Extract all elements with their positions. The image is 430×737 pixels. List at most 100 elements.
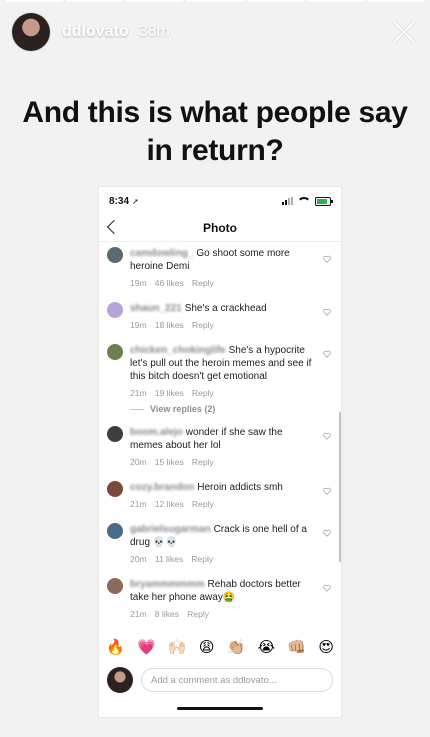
comment-body: She's a crackhead — [184, 303, 267, 314]
reply-button[interactable]: Reply — [192, 457, 214, 467]
avatar[interactable] — [107, 578, 123, 594]
progress-segment — [186, 0, 244, 2]
emoji-sob[interactable]: 😭 — [258, 638, 276, 656]
comment-username[interactable]: shaun_221 — [130, 303, 182, 314]
emoji-weary[interactable]: 😩 — [199, 638, 215, 656]
emoji-fire[interactable]: 🔥 — [106, 638, 125, 656]
avatar — [107, 667, 133, 693]
reply-button[interactable]: Reply — [192, 278, 214, 288]
comment-likes[interactable]: 8 likes — [155, 609, 179, 619]
list-item: gabrielsugarman Crack is one hell of a dr… — [99, 509, 341, 564]
comment-time: 20m — [130, 457, 147, 467]
progress-segment — [246, 0, 304, 2]
view-replies-button[interactable]: View replies (2) — [99, 398, 341, 414]
emoji-clap[interactable]: 👏🏼 — [227, 638, 246, 656]
list-item: chicken_chokinglife She's a hypocrite let… — [99, 330, 341, 398]
heart-icon[interactable] — [323, 487, 331, 495]
comment-text: boom.alejo wonder if she saw the memes ab… — [130, 426, 315, 452]
status-time: 8:34 — [109, 195, 130, 207]
close-icon[interactable] — [390, 18, 418, 46]
emoji-heart-eyes[interactable]: 😍 — [318, 638, 334, 656]
comment-composer: Add a comment as ddlovato... — [99, 663, 341, 697]
comment-time: 19m — [130, 278, 147, 288]
page-title: Photo — [203, 221, 237, 235]
list-item: camdowling_ Go shoot some more heroine De… — [99, 242, 341, 288]
avatar[interactable] — [107, 426, 123, 442]
heart-icon[interactable] — [323, 255, 331, 263]
comment-meta: 20m 15 likes Reply — [130, 457, 315, 467]
comment-username[interactable]: gabrielsugarman — [130, 524, 211, 535]
comment-meta: 19m 46 likes Reply — [130, 278, 315, 288]
embedded-screenshot: 8:34 ➚ Photo camdowling_ Go shoot some mo… — [99, 187, 341, 717]
reply-button[interactable]: Reply — [192, 388, 214, 398]
list-item: boom.alejo wonder if she saw the memes ab… — [99, 414, 341, 467]
comment-username[interactable]: cozy.brandon — [130, 482, 194, 493]
comment-text: cozy.brandon Heroin addicts smh — [130, 481, 315, 494]
signal-icon — [282, 197, 293, 205]
comment-likes[interactable]: 46 likes — [155, 278, 184, 288]
comment-likes[interactable]: 19 likes — [155, 388, 184, 398]
avatar[interactable] — [107, 523, 123, 539]
heart-icon[interactable] — [323, 308, 331, 316]
comment-username[interactable]: boom.alejo — [130, 427, 183, 438]
avatar[interactable] — [107, 344, 123, 360]
view-replies-label[interactable]: View replies (2) — [150, 404, 215, 414]
reply-button[interactable]: Reply — [187, 609, 209, 619]
comments-list: camdowling_ Go shoot some more heroine De… — [99, 242, 341, 634]
progress-segment — [126, 0, 184, 2]
story-avatar[interactable] — [12, 13, 50, 51]
comment-likes[interactable]: 12 likes — [155, 499, 184, 509]
emoji-raised-hands[interactable]: 🙌🏻 — [168, 638, 187, 656]
story-caption: And this is what people say in return? — [22, 96, 408, 167]
comment-meta: 21m 8 likes Reply — [130, 609, 315, 619]
comment-body: Heroin addicts smh — [197, 482, 283, 493]
comment-meta: 20m 11 likes Reply — [130, 554, 315, 564]
comment-meta: 21m 19 likes Reply — [130, 388, 315, 398]
comment-likes[interactable]: 15 likes — [155, 457, 184, 467]
home-indicator[interactable] — [177, 707, 263, 710]
comment-input[interactable]: Add a comment as ddlovato... — [141, 668, 333, 692]
avatar[interactable] — [107, 302, 123, 318]
comment-likes[interactable]: 11 likes — [155, 554, 184, 564]
list-item: cozy.brandon Heroin addicts smh 21m 12 li… — [99, 467, 341, 509]
avatar[interactable] — [107, 481, 123, 497]
comment-username[interactable]: chicken_chokinglife — [130, 345, 226, 356]
comment-time: 19m — [130, 320, 147, 330]
comment-text: camdowling_ Go shoot some more heroine De… — [130, 247, 315, 273]
comment-username[interactable]: bryammmmmm — [130, 579, 204, 590]
heart-icon[interactable] — [323, 584, 331, 592]
emoji-quick-reactions: 🔥 💗 🙌🏻 😩 👏🏼 😭 👊🏼 😍 — [99, 638, 341, 656]
nav-bar: Photo — [99, 215, 341, 242]
reply-button[interactable]: Reply — [191, 554, 213, 564]
location-arrow-icon: ➚ — [132, 196, 139, 206]
story-header: ddlovato 38m — [12, 12, 418, 52]
story-time: 38m — [138, 23, 170, 40]
comment-username[interactable]: camdowling_ — [130, 248, 193, 259]
progress-segment — [366, 0, 424, 2]
progress-segment — [306, 0, 364, 2]
status-bar: 8:34 ➚ — [99, 187, 341, 215]
heart-icon[interactable] — [323, 432, 331, 440]
comment-text: chicken_chokinglife She's a hypocrite let… — [130, 344, 315, 383]
comment-meta: 21m 12 likes Reply — [130, 499, 315, 509]
heart-icon[interactable] — [323, 529, 331, 537]
comment-likes[interactable]: 18 likes — [155, 320, 184, 330]
battery-icon — [315, 196, 333, 206]
comment-text: shaun_221 She's a crackhead — [130, 302, 315, 315]
emoji-heart[interactable]: 💗 — [137, 638, 156, 656]
comment-time: 21m — [130, 609, 147, 619]
heart-icon[interactable] — [323, 350, 331, 358]
comment-text: bryammmmmm Rehab doctors better take her … — [130, 578, 315, 604]
comment-time: 21m — [130, 388, 147, 398]
comment-time: 21m — [130, 499, 147, 509]
list-item: shaun_221 She's a crackhead 19m 18 likes … — [99, 288, 341, 330]
avatar[interactable] — [107, 247, 123, 263]
reply-button[interactable]: Reply — [192, 499, 214, 509]
emoji-fist[interactable]: 👊🏼 — [287, 638, 306, 656]
comment-text: gabrielsugarman Crack is one hell of a dr… — [130, 523, 315, 549]
story-username[interactable]: ddlovato — [62, 23, 129, 41]
progress-segment — [6, 0, 64, 2]
reply-button[interactable]: Reply — [192, 320, 214, 330]
comment-time: 20m — [130, 554, 147, 564]
divider — [130, 408, 144, 410]
